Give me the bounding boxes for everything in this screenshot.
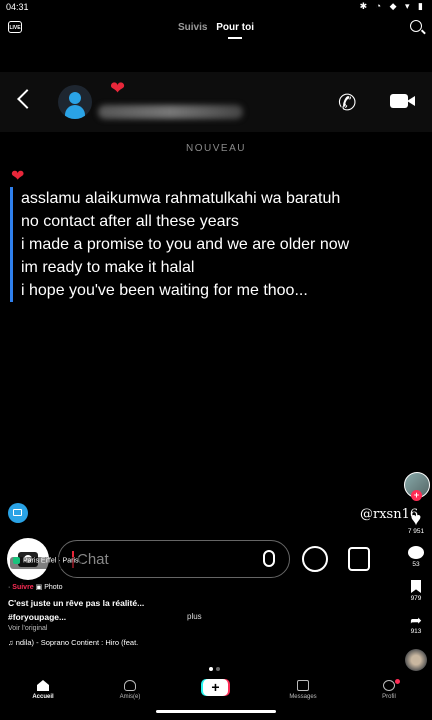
new-divider: NOUVEAU (186, 143, 246, 154)
chat-header: ❤ ✆ (0, 72, 432, 132)
save-count: 979 (410, 595, 422, 602)
search-icon[interactable] (410, 20, 422, 32)
friends-icon (124, 680, 136, 691)
status-icons: ✱ ◔ ◆ ▾ ▮ (359, 1, 426, 11)
microphone-icon (263, 550, 275, 567)
follow-row: · Suivre ▣ Photo (8, 584, 63, 591)
message-line: asslamu alaikumwa rahmatulkahi wa baratu… (21, 190, 341, 207)
location-pin-icon (13, 557, 20, 564)
message-line: no contact after all these years (21, 213, 239, 230)
like-button[interactable]: ♥ 7 951 (402, 510, 430, 535)
bookmark-icon (411, 580, 421, 593)
inbox-icon (297, 680, 309, 691)
like-count: 7 951 (407, 528, 425, 535)
message-line: i made a promise to you and we are older… (21, 236, 350, 253)
location-label: Paris Eiffel · Paris (23, 557, 79, 565)
blurred-username (98, 105, 243, 119)
back-arrow-icon (17, 89, 37, 109)
notification-dot (395, 679, 400, 684)
nav-accueil[interactable]: Accueil (15, 680, 71, 700)
tab-suivis[interactable]: Suivis (178, 22, 207, 33)
heart-icon: ♥ (410, 509, 422, 529)
emoji-icon (302, 546, 328, 572)
comment-count: 53 (412, 561, 420, 568)
save-button[interactable]: 979 (402, 580, 430, 602)
home-indicator (156, 710, 276, 713)
message-line: i hope you've been waiting for me thoo..… (21, 282, 308, 299)
chat-input: Chat (58, 540, 290, 578)
chat-message: asslamu alaikumwa rahmatulkahi wa baratu… (10, 187, 421, 302)
share-button[interactable]: ➦ 913 (402, 612, 430, 636)
clock: 04:31 (6, 2, 29, 12)
tab-pour-toi[interactable]: Pour toi (216, 22, 254, 39)
create-button[interactable]: + (203, 679, 228, 696)
heart-emoji: ❤ (110, 78, 126, 98)
nav-messages[interactable]: Messages (275, 680, 331, 700)
avatar (58, 85, 92, 119)
hashtags[interactable]: #foryoupage... (8, 612, 66, 622)
sticker-icon (348, 547, 370, 571)
screen-icon (8, 503, 28, 523)
location-badge[interactable]: Paris Eiffel · Paris (10, 557, 82, 569)
comment-button[interactable]: 53 (402, 546, 430, 568)
home-icon (37, 680, 49, 691)
see-original-link[interactable]: Voir l'original (8, 625, 47, 632)
top-nav: LIVE Suivis Pour toi (0, 14, 432, 42)
status-bar: 04:31 ✱ ◔ ◆ ▾ ▮ (0, 0, 432, 14)
photo-label: Photo (44, 584, 63, 591)
share-arrow-icon: ➦ (410, 612, 422, 628)
comment-icon (408, 546, 424, 559)
feed-tabs: Suivis Pour toi (0, 22, 432, 39)
chat-placeholder: Chat (77, 551, 109, 568)
video-call-icon (390, 94, 415, 108)
follow-button[interactable]: Suivre (12, 584, 33, 591)
music-info[interactable]: ♫ ndila) - Soprano Contient : Hiro (feat… (8, 638, 138, 647)
profile-icon (383, 680, 395, 691)
music-disc-icon[interactable] (405, 649, 427, 671)
nav-amis[interactable]: Amis(e) (102, 680, 158, 700)
share-count: 913 (410, 628, 422, 635)
follow-plus-icon[interactable]: + (411, 490, 422, 501)
more-link[interactable]: plus (187, 612, 202, 621)
nav-profil[interactable]: Profil (361, 680, 417, 700)
phone-icon: ✆ (338, 90, 357, 115)
bottom-nav: Accueil Amis(e) + Messages Profil (0, 674, 432, 720)
message-heart-emoji: ❤ (11, 168, 25, 185)
video-caption[interactable]: C'est juste un rêve pas la réalité... (8, 598, 144, 608)
message-line: im ready to make it halal (21, 259, 195, 276)
